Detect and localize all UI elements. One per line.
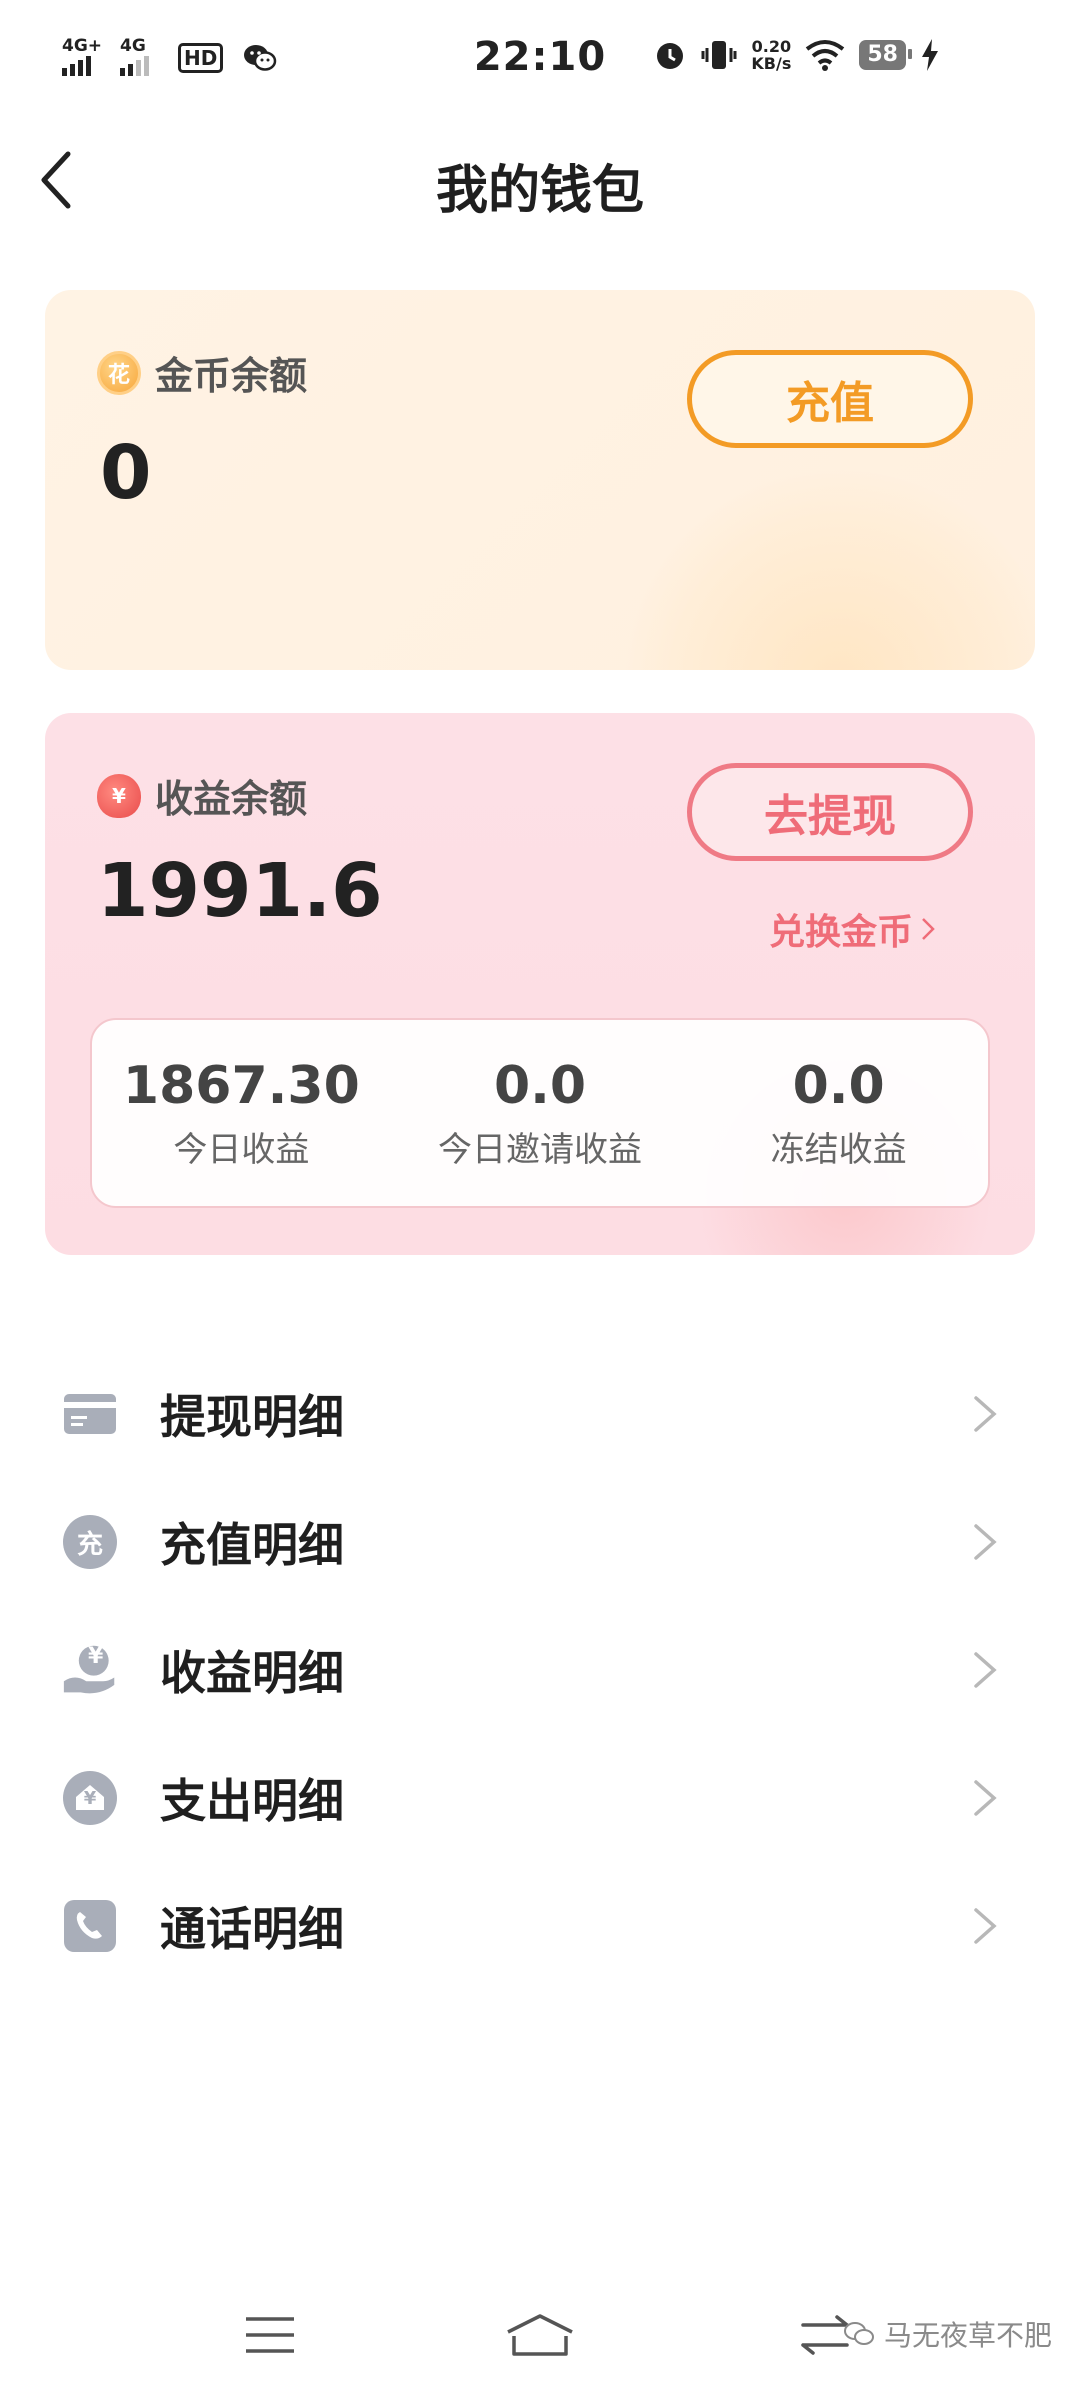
menu-item-expense-details[interactable]: ¥ 支出明细 <box>0 1734 1080 1862</box>
page-title: 我的钱包 <box>435 161 644 221</box>
hand-coin-icon-text: ¥ <box>88 1644 104 1669</box>
chevron-right-icon <box>974 1652 997 1688</box>
coin-icon: 花 <box>97 350 141 395</box>
wallet-screen: 4G+ 4G HD 22:10 0.20 KB/s 58 我的钱包 花 金币余额… <box>0 0 1080 2400</box>
chevron-right-icon <box>974 1908 997 1944</box>
gold-balance-value: 0 <box>100 430 152 516</box>
menu-item-earnings-details[interactable]: ¥ 收益明细 <box>0 1606 1080 1734</box>
recharge-button[interactable]: 充值 <box>687 350 973 448</box>
wifi-icon <box>806 40 845 71</box>
earnings-balance-value: 1991.6 <box>97 848 383 934</box>
watermark: 马无夜草不肥 <box>843 2314 1052 2354</box>
card-icon <box>62 1386 118 1442</box>
home-nav-button[interactable] <box>495 2300 585 2370</box>
gold-label-row: 花 金币余额 <box>97 345 307 400</box>
alarm-icon <box>657 43 684 69</box>
battery-indicator: 58 <box>859 40 912 70</box>
earnings-stats: 1867.30 今日收益 0.0 今日邀请收益 0.0 冻结收益 <box>90 1018 990 1208</box>
system-nav-bar: 马无夜草不肥 <box>0 2270 1080 2400</box>
stat-label: 今日邀请收益 <box>438 1129 642 1170</box>
menu-label: 收益明细 <box>160 1646 344 1700</box>
earnings-balance-label: 收益余额 <box>155 777 308 821</box>
stat-label: 冻结收益 <box>770 1129 907 1170</box>
home-icon <box>507 2314 573 2356</box>
withdraw-button[interactable]: 去提现 <box>687 763 973 861</box>
chevron-right-icon <box>974 1780 997 1816</box>
exchange-coins-label: 兑换金币 <box>768 912 913 953</box>
stat-frozen-earnings: 0.0 冻结收益 <box>689 1020 988 1206</box>
vibrate-icon <box>701 41 737 69</box>
wechat-channel-icon <box>843 2322 874 2345</box>
chevron-right-icon <box>922 918 935 940</box>
coin-decoration <box>625 470 1035 670</box>
exchange-coins-link[interactable]: 兑换金币 <box>769 903 935 955</box>
earnings-balance-card: ¥ 收益余额 1991.6 去提现 兑换金币 1867.30 今日收益 0.0 … <box>45 713 1035 1255</box>
gold-balance-card: 花 金币余额 0 充值 <box>45 290 1035 670</box>
earnings-label-row: ¥ 收益余额 <box>97 768 307 823</box>
menu-item-recharge-details[interactable]: 充 充值明细 <box>0 1478 1080 1606</box>
status-bar: 4G+ 4G HD 22:10 0.20 KB/s 58 <box>0 0 1080 120</box>
network-speed: 0.20 KB/s <box>751 38 791 72</box>
stat-today-earnings: 1867.30 今日收益 <box>92 1020 391 1206</box>
menu-label: 充值明细 <box>160 1518 344 1572</box>
house-icon: ¥ <box>62 1770 118 1826</box>
hand-coin-icon: ¥ <box>62 1642 118 1698</box>
charging-icon <box>922 39 938 71</box>
network-speed-unit: KB/s <box>751 54 792 73</box>
watermark-text: 马无夜草不肥 <box>883 2319 1052 2352</box>
page-header: 我的钱包 <box>0 130 1080 230</box>
house-icon-text: ¥ <box>83 1788 97 1809</box>
menu-lines-icon <box>246 2317 294 2353</box>
chevron-right-icon <box>974 1396 997 1432</box>
menu-item-call-details[interactable]: 通话明细 <box>0 1862 1080 1990</box>
recharge-icon: 充 <box>62 1514 118 1570</box>
status-right: 0.20 KB/s 58 <box>653 38 940 72</box>
menu-label: 支出明细 <box>160 1774 344 1828</box>
menu-item-withdraw-details[interactable]: 提现明细 <box>0 1350 1080 1478</box>
network-speed-value: 0.20 <box>751 37 792 56</box>
chevron-right-icon <box>974 1524 997 1560</box>
money-bag-icon: ¥ <box>97 773 141 818</box>
gold-balance-label: 金币余额 <box>155 354 308 398</box>
stat-value: 0.0 <box>792 1055 885 1116</box>
phone-icon <box>62 1898 118 1954</box>
menu-nav-button[interactable] <box>225 2300 315 2370</box>
menu-label: 通话明细 <box>160 1902 344 1956</box>
stat-label: 今日收益 <box>173 1129 310 1170</box>
menu-label: 提现明细 <box>160 1390 344 1444</box>
stat-today-invite-earnings: 0.0 今日邀请收益 <box>391 1020 690 1206</box>
detail-menu: 提现明细 充 充值明细 ¥ 收益明细 ¥ 支出明细 通话明细 <box>0 1350 1080 1990</box>
recharge-icon-text: 充 <box>76 1529 103 1560</box>
stat-value: 0.0 <box>493 1055 587 1116</box>
stat-value: 1867.30 <box>122 1055 360 1116</box>
